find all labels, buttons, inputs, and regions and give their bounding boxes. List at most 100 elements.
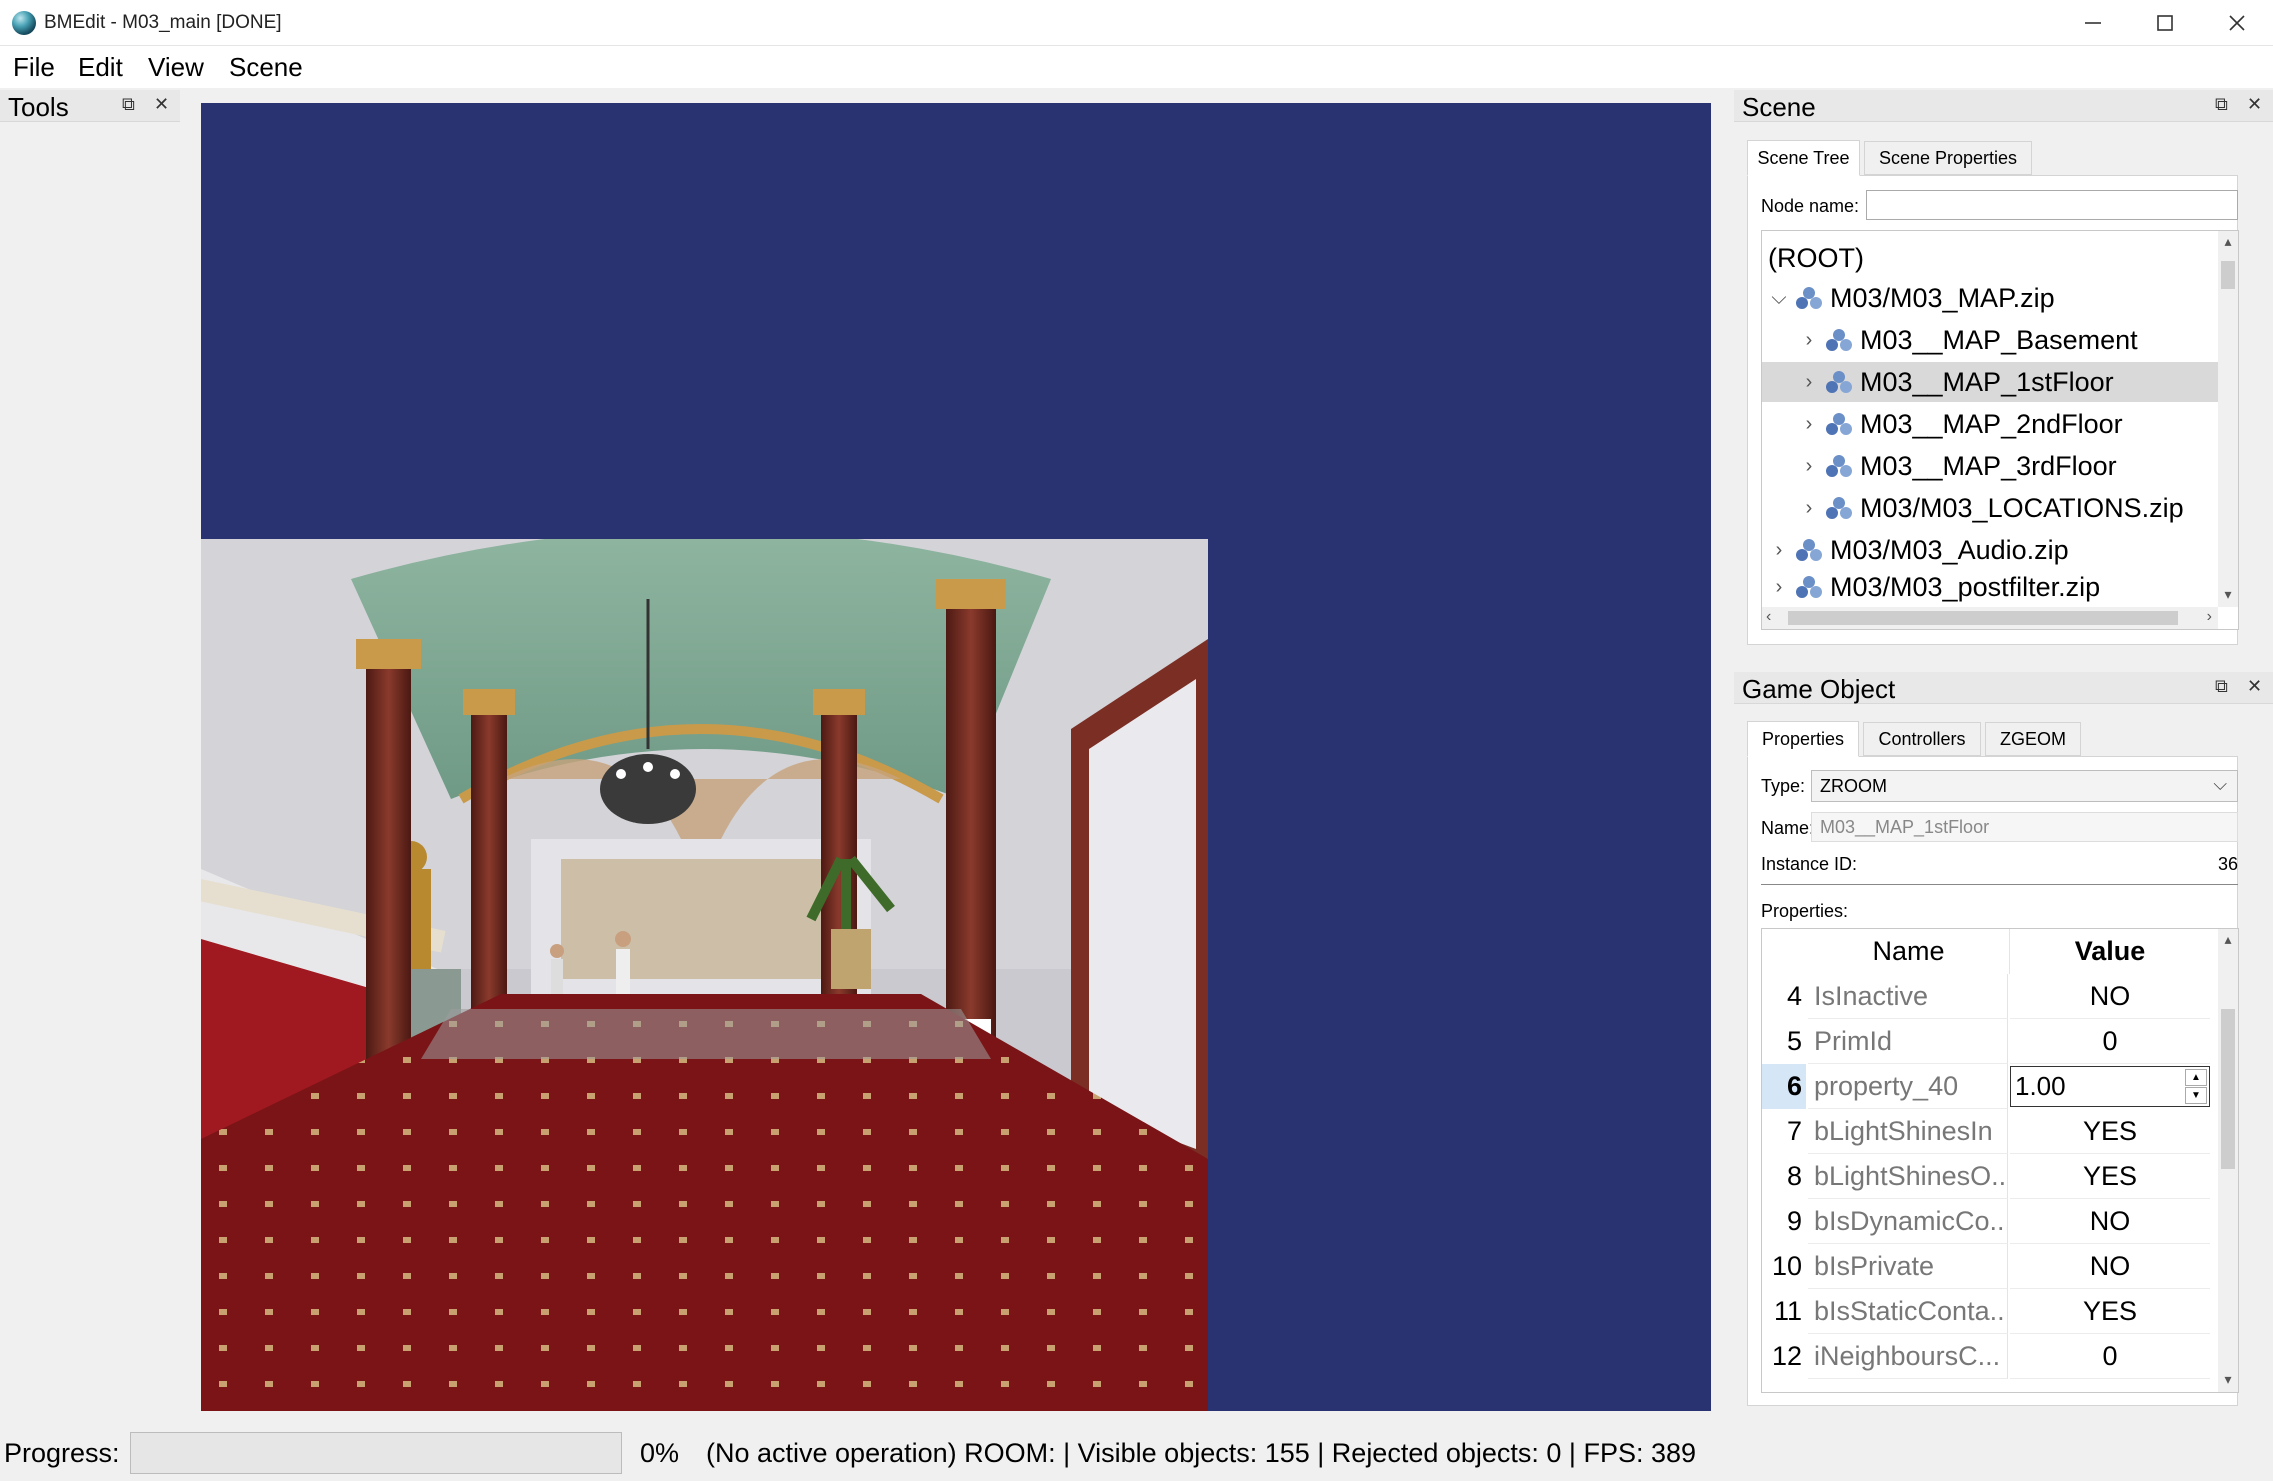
instance-id-value: 36 [2217,854,2238,874]
divider [1761,884,2238,885]
chevron-right-icon[interactable]: › [1768,539,1790,562]
tree-item-postfilter[interactable]: › M03/M03_postfilter.zip [1762,572,2218,602]
scroll-thumb[interactable] [2221,261,2235,289]
table-row[interactable]: 10 bIsPrivate NO [1762,1244,2218,1289]
table-row[interactable]: 11 bIsStaticConta... YES [1762,1289,2218,1334]
tree-item-1stfloor[interactable]: › M03__MAP_1stFloor [1762,362,2218,402]
table-row[interactable]: 9 bIsDynamicCo... NO [1762,1199,2218,1244]
close-window-button[interactable] [2201,0,2273,46]
tab-scene-tree[interactable]: Scene Tree [1747,140,1860,176]
tree-item-label: M03__MAP_1stFloor [1860,366,2114,397]
tools-dock-title: Tools [8,92,69,122]
tab-controllers[interactable]: Controllers [1863,722,1981,756]
type-select-value: ZROOM [1820,776,1887,796]
tree-item-label: M03__MAP_2ndFloor [1860,408,2123,439]
chevron-down-icon[interactable]: ⌵ [1768,287,1790,310]
scroll-down-icon[interactable]: ▾ [2218,586,2238,603]
tree-item-root[interactable]: (ROOT) [1762,238,2218,278]
row-number: 6 [1762,1064,1806,1109]
minimize-button[interactable] [2057,0,2129,46]
scroll-right-icon[interactable]: › [2207,608,2212,626]
close-dock-icon[interactable]: ✕ [2247,676,2262,697]
tree-item-label: M03/M03_MAP.zip [1830,282,2055,313]
type-select[interactable]: ZROOM ⌵ [1811,770,2238,802]
scroll-thumb[interactable] [2221,1009,2235,1169]
property-value[interactable]: NO [2010,1244,2210,1289]
menu-file[interactable]: File [13,52,55,83]
scroll-up-icon[interactable]: ▴ [2218,233,2238,250]
tree-item-3rdfloor[interactable]: › M03__MAP_3rdFloor [1762,446,2218,486]
spin-down-icon[interactable]: ▼ [2185,1087,2207,1104]
maximize-button[interactable] [2129,0,2201,46]
3d-viewport[interactable] [201,103,1711,1411]
table-row[interactable]: 5 PrimId 0 [1762,1019,2218,1064]
property-value[interactable]: YES [2010,1154,2210,1199]
property-name: iNeighboursC... [1808,1334,2008,1379]
property-value[interactable]: NO [2010,974,2210,1019]
row-number: 4 [1762,974,1806,1019]
cubes-icon [1826,329,1852,351]
cubes-icon [1826,371,1852,393]
column-header-name[interactable]: Name [1808,929,2010,974]
node-name-input[interactable] [1866,190,2238,220]
table-row[interactable]: 7 bLightShinesIn YES [1762,1109,2218,1154]
chevron-right-icon[interactable]: › [1798,329,1820,352]
table-row[interactable]: 6 property_40 ▲ ▼ [1762,1064,2218,1109]
scroll-left-icon[interactable]: ‹ [1766,608,1771,626]
cubes-icon [1796,576,1822,598]
scroll-thumb[interactable] [1788,611,2178,625]
close-dock-icon[interactable]: ✕ [154,94,169,115]
value-spinbox-input[interactable] [2011,1067,2181,1106]
tab-scene-properties[interactable]: Scene Properties [1864,141,2032,175]
tree-item-map-zip[interactable]: ⌵ M03/M03_MAP.zip [1762,278,2218,318]
property-value[interactable]: YES [2010,1109,2210,1154]
tab-properties[interactable]: Properties [1747,721,1859,757]
name-field[interactable] [1811,812,2238,842]
tree-item-2ndfloor[interactable]: › M03__MAP_2ndFloor [1762,404,2218,444]
tree-item-label: M03/M03_Audio.zip [1830,534,2069,565]
table-row[interactable]: 4 IsInactive NO [1762,974,2218,1019]
menu-bar: File Edit View Scene [0,46,2273,88]
tree-item-basement[interactable]: › M03__MAP_Basement [1762,320,2218,360]
chevron-right-icon[interactable]: › [1798,455,1820,478]
menu-edit[interactable]: Edit [78,52,123,83]
app-logo-icon [12,11,36,35]
float-icon[interactable]: ⧉ [2215,94,2228,115]
tree-item-label: M03/M03_LOCATIONS.zip [1860,492,2184,523]
scroll-up-icon[interactable]: ▴ [2218,931,2238,948]
chevron-right-icon[interactable]: › [1798,497,1820,520]
cubes-icon [1796,539,1822,561]
tree-item-audio[interactable]: › M03/M03_Audio.zip [1762,530,2218,570]
property-value[interactable]: 0 [2010,1019,2210,1064]
tree-vertical-scrollbar[interactable]: ▴ ▾ [2218,231,2238,607]
tree-horizontal-scrollbar[interactable]: ‹ › [1762,607,2218,629]
chevron-right-icon[interactable]: › [1798,371,1820,394]
float-icon[interactable]: ⧉ [2215,676,2228,697]
table-row[interactable]: 8 bLightShinesO... YES [1762,1154,2218,1199]
table-row[interactable]: 12 iNeighboursC... 0 [1762,1334,2218,1379]
spin-up-icon[interactable]: ▲ [2185,1069,2207,1086]
scene-tree[interactable]: (ROOT) ⌵ M03/M03_MAP.zip › M03__MAP_Base… [1761,230,2239,630]
title-bar: BMEdit - M03_main [DONE] [0,0,2273,46]
menu-view[interactable]: View [148,52,204,83]
property-value[interactable]: 0 [2010,1334,2210,1379]
progress-percent: 0% [640,1438,680,1468]
tree-item-locations[interactable]: › M03/M03_LOCATIONS.zip [1762,488,2218,528]
properties-vertical-scrollbar[interactable]: ▴ ▾ [2218,929,2238,1392]
property-name: bIsDynamicCo... [1808,1199,2008,1244]
chevron-right-icon[interactable]: › [1768,576,1790,599]
menu-scene[interactable]: Scene [229,52,303,83]
scroll-down-icon[interactable]: ▾ [2218,1371,2238,1388]
game-object-dock-title: Game Object [1742,674,1896,704]
tab-zgeom[interactable]: ZGEOM [1985,722,2081,756]
property-name: IsInactive [1808,974,2008,1019]
chevron-right-icon[interactable]: › [1798,413,1820,436]
float-icon[interactable]: ⧉ [122,94,135,115]
column-header-value[interactable]: Value [2010,929,2210,974]
value-spinbox[interactable]: ▲ ▼ [2010,1066,2210,1107]
property-value[interactable]: YES [2010,1289,2210,1334]
properties-table[interactable]: Name Value 4 IsInactive NO 5 PrimId 0 6 … [1761,928,2239,1393]
close-dock-icon[interactable]: ✕ [2247,94,2262,115]
instance-id-label: Instance ID: [1761,854,1858,874]
property-value[interactable]: NO [2010,1199,2210,1244]
